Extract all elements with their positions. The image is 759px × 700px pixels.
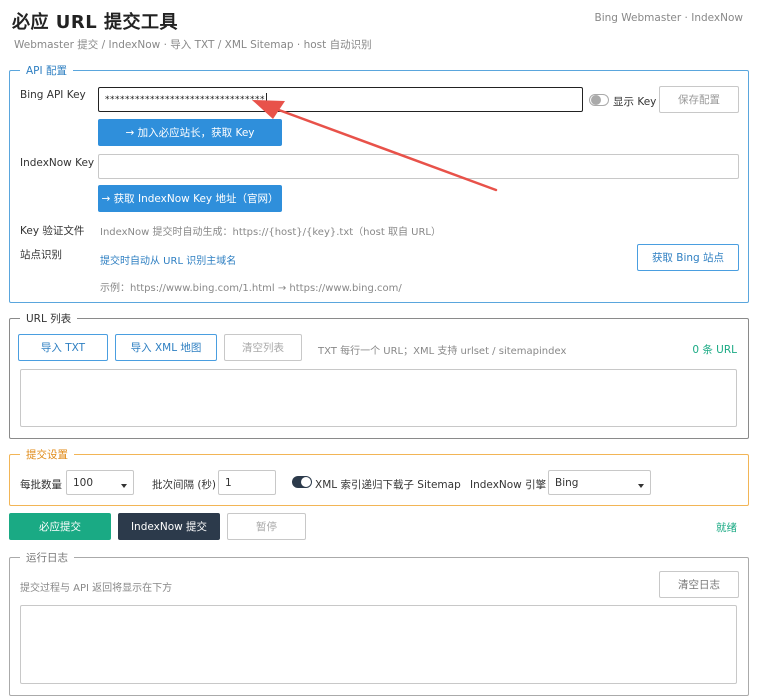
annotation-arrow-line bbox=[266, 104, 498, 192]
annotation-arrow bbox=[252, 100, 498, 192]
